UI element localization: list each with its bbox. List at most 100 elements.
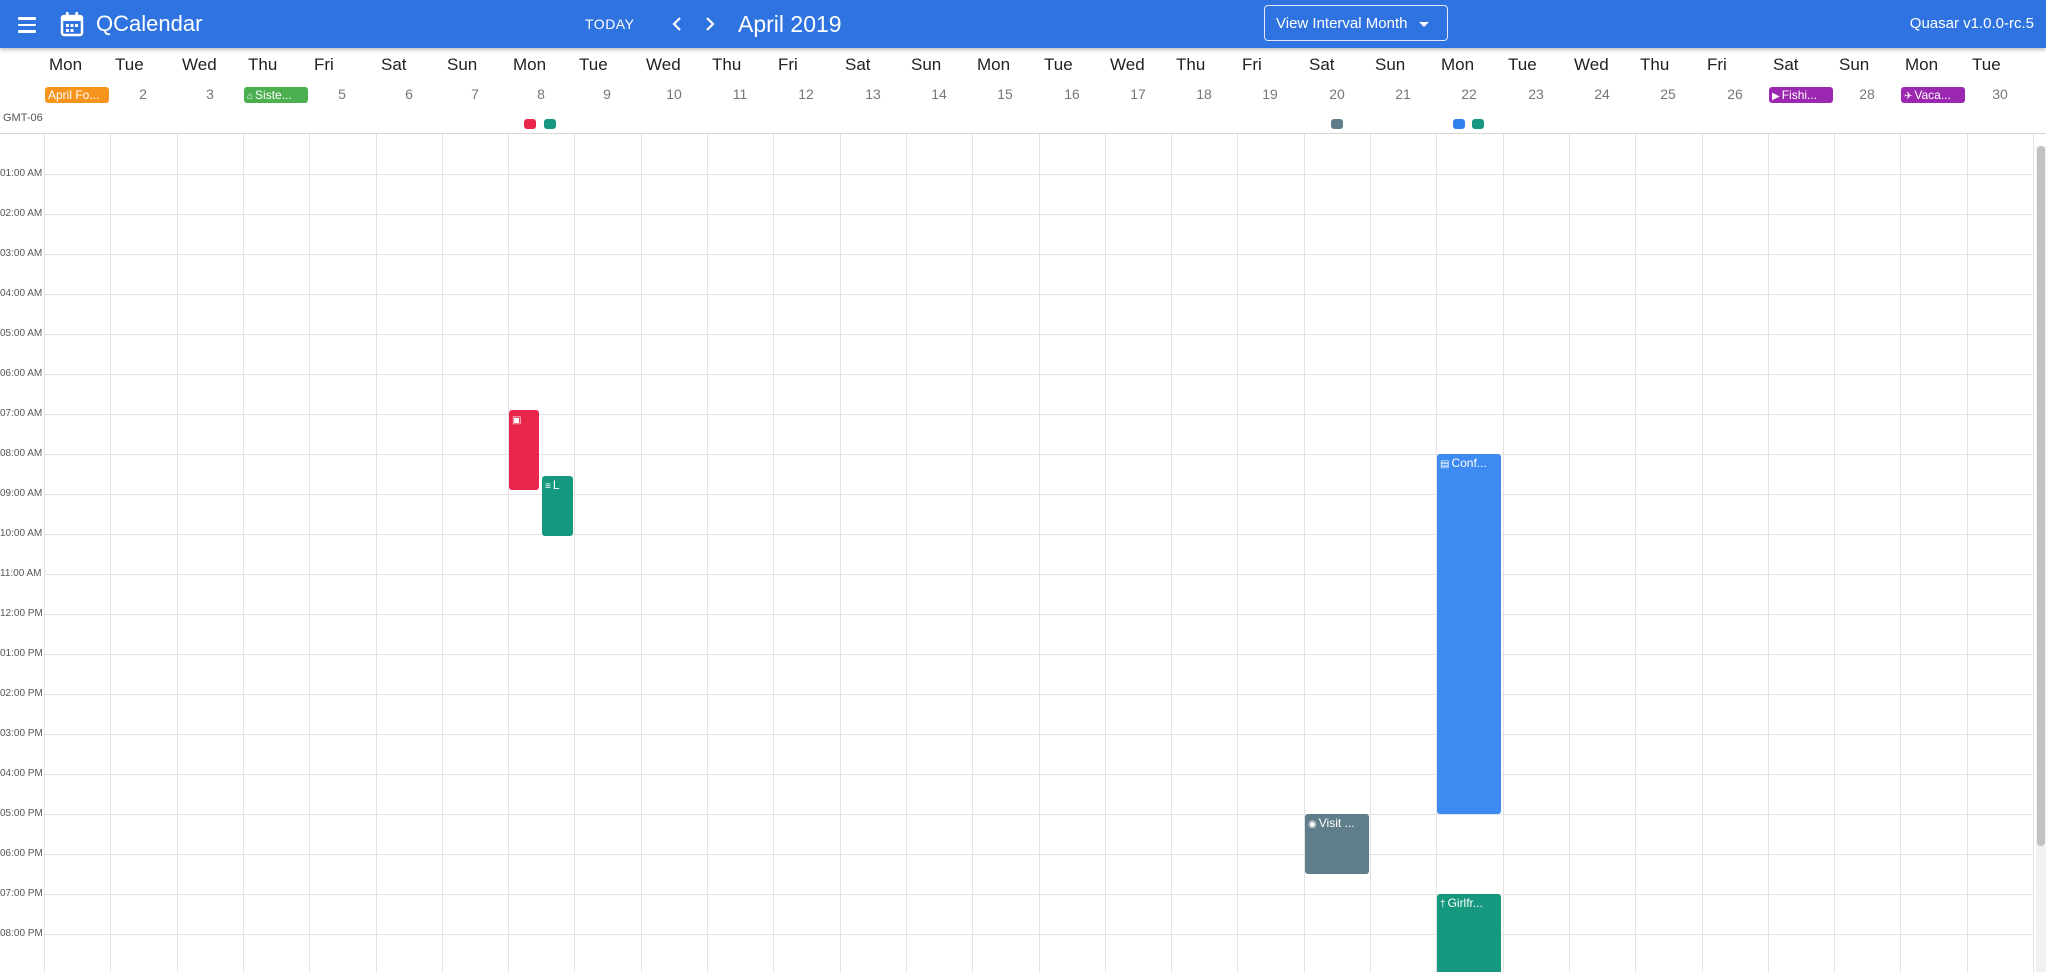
toolbar: QCalendar TODAY April 2019 View Interval… xyxy=(0,0,2046,48)
hour-line xyxy=(44,534,2034,535)
allday-event[interactable]: ▶ Fishi... xyxy=(1769,87,1833,103)
day-column-header[interactable]: Wed 24 xyxy=(1569,48,1635,134)
allday-event[interactable]: ⌂ Siste... xyxy=(244,87,308,103)
day-number[interactable]: 22 xyxy=(1436,86,1502,102)
allday-event-label: April Fo... xyxy=(48,88,100,102)
day-number[interactable]: 8 xyxy=(508,86,574,102)
calendar-event[interactable]: † Girlfr... xyxy=(1437,894,1501,972)
calendar-event-label: L xyxy=(552,478,560,492)
day-number[interactable]: 5 xyxy=(309,86,375,102)
time-label: 05:00 PM xyxy=(0,808,43,819)
day-column-header[interactable]: Tue 16 xyxy=(1039,48,1105,134)
hour-line xyxy=(44,214,2034,215)
allday-event[interactable]: ✈ Vaca... xyxy=(1901,87,1965,103)
day-of-week: Sat xyxy=(381,55,407,74)
today-button[interactable]: TODAY xyxy=(585,14,634,34)
day-column-header[interactable]: Mon 22 xyxy=(1436,48,1502,134)
hour-line xyxy=(44,894,2034,895)
column-divider xyxy=(376,134,377,972)
menu-icon[interactable] xyxy=(14,13,40,35)
day-of-week: Fri xyxy=(314,55,334,74)
day-number[interactable]: 28 xyxy=(1834,86,1900,102)
day-column-header[interactable]: Sat 6 xyxy=(376,48,442,134)
day-number[interactable]: 20 xyxy=(1304,86,1370,102)
column-divider xyxy=(177,134,178,972)
day-number[interactable]: 24 xyxy=(1569,86,1635,102)
calendar-event[interactable]: ▤ Conf... xyxy=(1437,454,1501,814)
day-column-header[interactable]: Fri 5 xyxy=(309,48,375,134)
day-number[interactable]: 14 xyxy=(906,86,972,102)
event-indicator-dot[interactable] xyxy=(544,119,556,129)
day-number[interactable]: 21 xyxy=(1370,86,1436,102)
day-column-header[interactable]: Mon 15 xyxy=(972,48,1038,134)
calendar-event[interactable]: ◉ Visit ... xyxy=(1305,814,1369,874)
day-column-header[interactable]: Wed 3 xyxy=(177,48,243,134)
day-column-header[interactable]: Wed 17 xyxy=(1105,48,1171,134)
day-column-header[interactable]: Tue 2 xyxy=(110,48,176,134)
day-number[interactable]: 11 xyxy=(707,86,773,102)
day-column-header[interactable]: Sun 21 xyxy=(1370,48,1436,134)
column-divider xyxy=(574,134,575,972)
day-of-week: Tue xyxy=(1044,55,1073,74)
day-column-header[interactable]: Tue 23 xyxy=(1503,48,1569,134)
view-interval-select[interactable]: View Interval Month xyxy=(1264,5,1448,41)
day-number[interactable]: 26 xyxy=(1702,86,1768,102)
day-column-header[interactable]: Fri 12 xyxy=(773,48,839,134)
column-divider xyxy=(707,134,708,972)
event-indicator-dot[interactable] xyxy=(1453,119,1465,129)
day-number[interactable]: 12 xyxy=(773,86,839,102)
day-number[interactable]: 10 xyxy=(641,86,707,102)
calendar-event-label: Conf... xyxy=(1451,456,1487,470)
day-number[interactable]: 15 xyxy=(972,86,1038,102)
day-number[interactable]: 9 xyxy=(574,86,640,102)
day-number[interactable]: 16 xyxy=(1039,86,1105,102)
column-divider xyxy=(243,134,244,972)
event-indicator-dot[interactable] xyxy=(524,119,536,129)
event-indicator-dot[interactable] xyxy=(1472,119,1484,129)
day-number[interactable]: 2 xyxy=(110,86,176,102)
day-number[interactable]: 25 xyxy=(1635,86,1701,102)
calendar-event[interactable]: ▣ xyxy=(509,410,539,490)
day-of-week: Fri xyxy=(1242,55,1262,74)
day-number[interactable]: 13 xyxy=(840,86,906,102)
day-number[interactable]: 19 xyxy=(1237,86,1303,102)
chevron-left-icon[interactable] xyxy=(668,11,686,37)
day-of-week: Mon xyxy=(1441,55,1475,74)
day-of-week: Fri xyxy=(1707,55,1727,74)
day-number[interactable]: 30 xyxy=(1967,86,2033,102)
day-number[interactable]: 6 xyxy=(376,86,442,102)
timezone-label: GMT-06 xyxy=(3,112,43,124)
day-column-header[interactable]: Mon 8 xyxy=(508,48,574,134)
day-column-header[interactable]: Thu 18 xyxy=(1171,48,1237,134)
day-column-header[interactable]: Sun 28 xyxy=(1834,48,1900,134)
hour-line xyxy=(44,414,2034,415)
calendar-event[interactable]: ≡ L xyxy=(542,476,573,536)
scrollbar-thumb[interactable] xyxy=(2037,146,2045,846)
day-of-week: Wed xyxy=(182,55,217,74)
day-of-week: Sun xyxy=(1375,55,1406,74)
day-number[interactable]: 18 xyxy=(1171,86,1237,102)
day-column-header[interactable]: Wed 10 xyxy=(641,48,707,134)
day-number[interactable]: 23 xyxy=(1503,86,1569,102)
scrollbar[interactable] xyxy=(2036,146,2046,972)
time-label: 06:00 PM xyxy=(0,848,43,859)
day-column-header[interactable]: Fri 19 xyxy=(1237,48,1303,134)
day-column-header[interactable]: Sun 14 xyxy=(906,48,972,134)
day-number[interactable]: 17 xyxy=(1105,86,1171,102)
chevron-right-icon[interactable] xyxy=(701,11,719,37)
allday-event[interactable]: April Fo... xyxy=(45,87,109,103)
time-label: 04:00 PM xyxy=(0,768,43,779)
hour-line xyxy=(44,614,2034,615)
day-column-header[interactable]: Thu 25 xyxy=(1635,48,1701,134)
day-of-week: Tue xyxy=(115,55,144,74)
day-column-header[interactable]: Thu 11 xyxy=(707,48,773,134)
day-of-week: Sat xyxy=(1773,55,1799,74)
event-indicator-dot[interactable] xyxy=(1331,119,1343,129)
day-column-header[interactable]: Sat 13 xyxy=(840,48,906,134)
day-column-header[interactable]: Fri 26 xyxy=(1702,48,1768,134)
day-number[interactable]: 3 xyxy=(177,86,243,102)
day-column-header[interactable]: Tue 30 xyxy=(1967,48,2033,134)
day-column-header[interactable]: Sun 7 xyxy=(442,48,508,134)
day-number[interactable]: 7 xyxy=(442,86,508,102)
day-column-header[interactable]: Tue 9 xyxy=(574,48,640,134)
